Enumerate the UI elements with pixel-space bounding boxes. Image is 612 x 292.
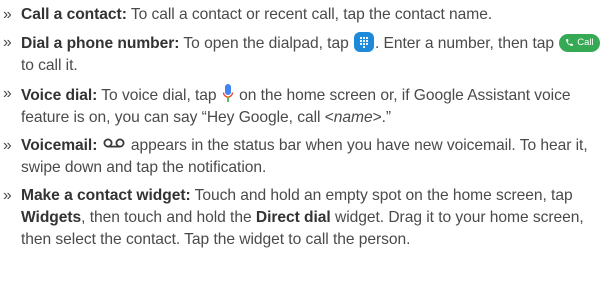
item-term: Voice dial: <box>21 87 98 104</box>
list-item-contact-widget: » Make a contact widget: Touch and hold … <box>3 185 608 251</box>
bullet: » <box>3 137 12 154</box>
help-page: » Call a contact: To call a contact or r… <box>0 0 612 292</box>
item-bold: Direct dial <box>255 209 331 226</box>
list-item-call-contact: » Call a contact: To call a contact or r… <box>3 4 608 26</box>
item-text: to call it. <box>21 57 78 74</box>
item-text: >.” <box>372 109 392 126</box>
call-button-label: Call <box>577 36 594 48</box>
bullet: » <box>3 187 12 204</box>
item-term: Voicemail: <box>21 137 98 154</box>
item-text: Touch and hold an empty spot on the home… <box>190 187 573 204</box>
item-text: To call a contact or recent call, tap th… <box>126 6 493 23</box>
mic-icon <box>222 84 234 102</box>
phone-icon <box>566 39 574 46</box>
bullet: » <box>3 34 12 51</box>
item-text: . Enter a number, then tap <box>374 35 559 52</box>
item-term: Make a contact widget: <box>21 187 191 204</box>
list-item-voice-dial: » Voice dial: To voice dial, tap on the … <box>3 83 608 129</box>
list-item-dial-number: » Dial a phone number: To open the dialp… <box>3 32 608 77</box>
item-text: , then touch and hold the <box>81 209 256 226</box>
dialpad-icon <box>353 32 374 52</box>
item-term: Call a contact: <box>21 6 127 23</box>
voicemail-icon <box>103 138 125 148</box>
item-text: To voice dial, tap <box>97 87 221 104</box>
item-italic: name <box>333 109 373 126</box>
bullet: » <box>3 6 12 23</box>
list-item-voicemail: » Voicemail: appears in the status bar w… <box>3 135 608 179</box>
item-bold: Widgets <box>21 209 82 226</box>
call-button: Call <box>559 33 601 52</box>
item-term: Dial a phone number: <box>21 35 180 52</box>
bullet: » <box>3 85 12 102</box>
item-text: To open the dialpad, tap <box>179 35 353 52</box>
